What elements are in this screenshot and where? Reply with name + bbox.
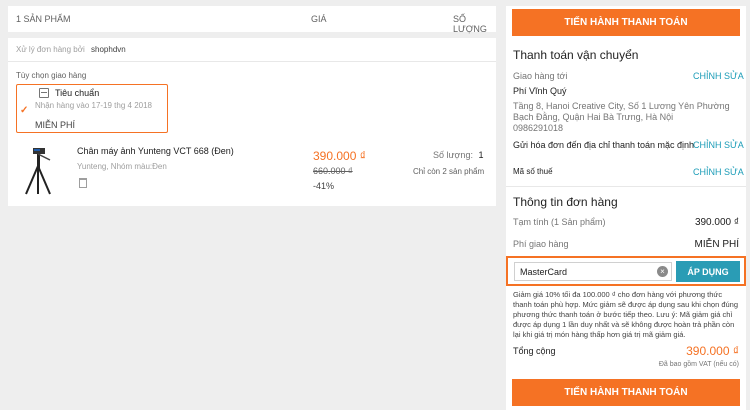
product-image[interactable] bbox=[20, 146, 56, 196]
quantity-value[interactable]: 1 bbox=[478, 150, 483, 160]
checkout-button-top[interactable]: TIẾN HÀNH THANH TOÁN bbox=[512, 9, 740, 36]
shop-line: Xử lý đơn hàng bởi shophdvn bbox=[16, 45, 126, 54]
shipping-eta: Nhận hàng vào 17-19 thg 4 2018 bbox=[35, 101, 152, 110]
voucher-row: MasterCard × ÁP DỤNG bbox=[506, 256, 746, 286]
product-discount: -41% bbox=[313, 181, 335, 191]
checkout-button-bottom[interactable]: TIẾN HÀNH THANH TOÁN bbox=[512, 379, 740, 406]
tax-code-label: Mã số thuế bbox=[513, 167, 553, 176]
product-meta: Yunteng, Nhóm màu:Đen bbox=[77, 162, 167, 171]
quantity-line: Số lượng: 1 bbox=[433, 150, 483, 160]
shipping-section-title: Thanh toán vận chuyển bbox=[513, 48, 639, 62]
delivery-address: Tầng 8, Hanoi Creative City, Số 1 Lương … bbox=[513, 101, 730, 122]
subtotal-value: 390.000 ₫ bbox=[694, 217, 739, 228]
shipping-option-label: Tùy chọn giao hàng bbox=[16, 71, 87, 80]
voucher-input[interactable]: MasterCard × bbox=[514, 262, 672, 281]
clear-icon[interactable]: × bbox=[657, 266, 668, 277]
order-info-title: Thông tin đơn hàng bbox=[513, 195, 618, 209]
promo-note: Giảm giá 10% tối đa 100.000 ₫ cho đơn hà… bbox=[513, 290, 739, 339]
delete-icon[interactable] bbox=[79, 178, 87, 188]
quantity-column-header: SỐ LƯỢNG bbox=[453, 14, 487, 34]
product-old-price: 660.000 ₫ bbox=[313, 166, 353, 176]
deliver-to-label: Giao hàng tới bbox=[513, 71, 568, 81]
package-icon bbox=[39, 88, 49, 98]
product-price: 390.000 ₫ bbox=[313, 149, 366, 163]
total-value: 390.000 ₫ bbox=[686, 344, 739, 358]
shop-divider bbox=[8, 61, 496, 62]
apply-voucher-button[interactable]: ÁP DỤNG bbox=[676, 261, 740, 282]
edit-invoice-link[interactable]: CHỈNH SỬA bbox=[693, 140, 744, 150]
edit-tax-link[interactable]: CHỈNH SỬA bbox=[693, 167, 744, 177]
shipping-fee-value: MIỄN PHÍ bbox=[694, 239, 739, 250]
recipient-phone: 0986291018 bbox=[513, 123, 564, 133]
handled-by-label: Xử lý đơn hàng bởi bbox=[16, 45, 85, 54]
shipping-method: Tiêu chuẩn bbox=[55, 88, 100, 98]
shop-block: Xử lý đơn hàng bởi shophdvn Tùy chọn gia… bbox=[8, 38, 496, 206]
shipping-option-card[interactable]: ✓ Tiêu chuẩn Nhận hàng vào 17-19 thg 4 2… bbox=[16, 84, 168, 133]
check-icon: ✓ bbox=[20, 105, 29, 116]
recipient-name: Phí Vĩnh Quý bbox=[513, 86, 567, 96]
shipping-fee-label: Phí giao hàng bbox=[513, 239, 569, 249]
price-column-header: GIÁ bbox=[311, 14, 327, 24]
shipping-fee: MIỄN PHÍ bbox=[35, 120, 76, 130]
vat-note: Đã bao gồm VAT (nếu có) bbox=[658, 361, 739, 368]
invoice-address-label: Gửi hóa đơn đến địa chỉ thanh toán mặc đ… bbox=[513, 140, 695, 150]
order-summary-panel: TIẾN HÀNH THANH TOÁN Thanh toán vận chuy… bbox=[506, 6, 746, 410]
shop-name-link[interactable]: shophdvn bbox=[91, 45, 126, 54]
cart-header: 1 SẢN PHẨM GIÁ SỐ LƯỢNG bbox=[8, 6, 496, 34]
items-count-label: 1 SẢN PHẨM bbox=[16, 14, 71, 24]
edit-address-link[interactable]: CHỈNH SỬA bbox=[693, 71, 744, 81]
summary-divider bbox=[506, 186, 746, 187]
voucher-input-value: MasterCard bbox=[520, 267, 568, 277]
tripod-icon bbox=[25, 148, 51, 195]
subtotal-label: Tạm tính (1 Sản phẩm) bbox=[513, 217, 606, 227]
quantity-label: Số lượng: bbox=[433, 150, 473, 160]
product-name-link[interactable]: Chân máy ảnh Yunteng VCT 668 (Đen) bbox=[77, 146, 234, 156]
total-label: Tổng cộng bbox=[513, 346, 556, 356]
stock-note: Chỉ còn 2 sản phẩm bbox=[413, 167, 485, 176]
